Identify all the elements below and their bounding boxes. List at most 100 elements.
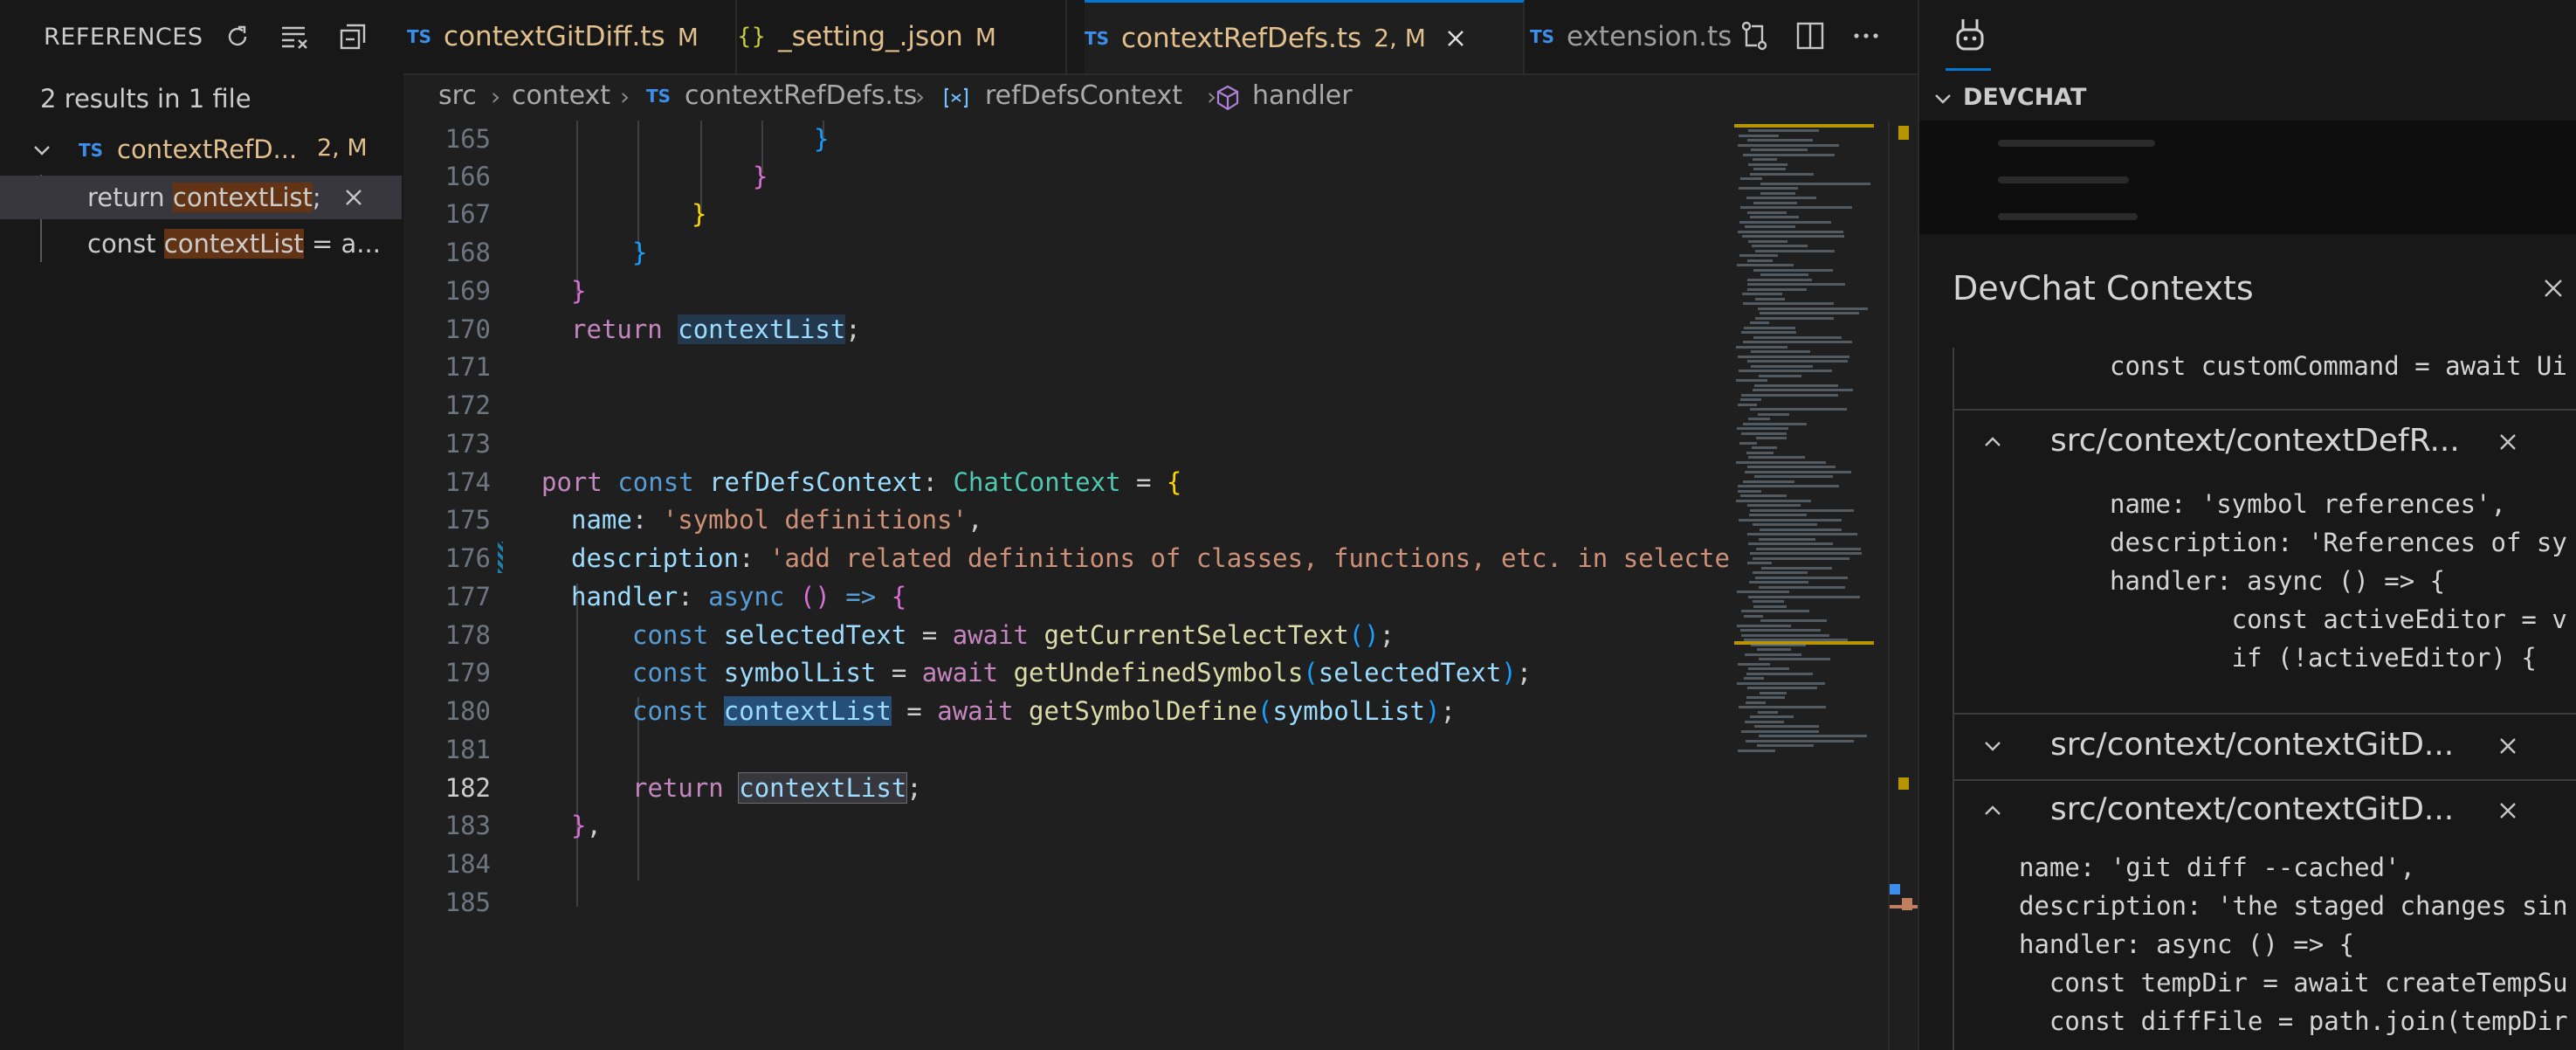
minimap-code-line [1759, 658, 1830, 660]
context-path: src/context/contextGitD... [2050, 727, 2455, 763]
code-token: symbolList [1272, 696, 1425, 726]
reference-text-end: = a... [303, 229, 381, 259]
minimap-code-line [1744, 639, 1848, 641]
line-number: 170 [444, 314, 491, 344]
minimap-code-line [1747, 533, 1857, 535]
tab-extension[interactable]: TS extension.ts [1530, 0, 1766, 73]
context-snippet-line: const customCommand = await Ui [2110, 351, 2567, 381]
chevron-up-icon[interactable] [1980, 798, 2005, 823]
minimap-code-line [1750, 216, 1799, 218]
minimap-code-line [1753, 201, 1797, 204]
breadcrumb-symbol[interactable]: refDefsContext [985, 80, 1182, 111]
chevron-down-icon[interactable] [30, 138, 54, 162]
code-line: } [814, 124, 829, 154]
chevron-right-icon: › [915, 82, 926, 111]
reference-text: return [87, 183, 173, 212]
close-icon[interactable] [1445, 28, 1466, 49]
minimap-code-line [1756, 547, 1861, 550]
minimap-code-line [1760, 619, 1827, 622]
code-token: contextList [678, 314, 846, 344]
minimap-code-line [1737, 681, 1825, 685]
reference-item[interactable]: return contextList; [0, 176, 402, 219]
contexts-title: DevChat Contexts [1953, 269, 2254, 307]
tab-setting-json[interactable]: {} _setting_.json M [737, 0, 1067, 73]
minimap-code-line [1739, 134, 1779, 137]
chevron-down-icon[interactable] [1932, 87, 1954, 110]
code-token: = [891, 696, 938, 726]
minimap-code-line [1746, 696, 1785, 699]
split-editor-icon[interactable] [1794, 19, 1827, 52]
reference-item[interactable]: const contextList = a... [0, 222, 402, 266]
minimap-code-line [1758, 412, 1789, 416]
scroll-marker [1902, 898, 1912, 910]
code-token: } [692, 199, 707, 229]
minimap-code-line [1743, 153, 1835, 156]
tab-context-ref-defs[interactable]: TS contextRefDefs.ts 2, M [1085, 0, 1525, 73]
tab-context-git-diff[interactable]: TS contextGitDiff.ts M [403, 0, 737, 73]
minimap-code-line [1746, 451, 1774, 454]
minimap-code-line [1741, 331, 1796, 334]
breadcrumb-src[interactable]: src [438, 80, 477, 111]
reference-file-row[interactable]: TS contextRefD... 2, M [0, 131, 402, 169]
minimap-code-line [1740, 494, 1787, 497]
close-icon[interactable] [2541, 276, 2566, 300]
collapse-all-icon[interactable] [337, 21, 368, 52]
minimap-code-line [1745, 225, 1795, 228]
minimap-code-line [1756, 437, 1787, 439]
devchat-section-header[interactable]: DEVCHAT [1919, 77, 2576, 121]
minimap-code-line [1749, 581, 1808, 584]
remove-context-icon[interactable] [2496, 430, 2520, 454]
refresh-icon[interactable] [222, 21, 253, 52]
dismiss-icon[interactable] [342, 186, 365, 209]
vertical-scrollbar[interactable] [1888, 121, 1919, 1050]
minimap-code-line [1755, 576, 1848, 579]
tab-modified-mark: M [975, 22, 996, 52]
code-token: } [571, 811, 587, 840]
code-token: ; [845, 314, 861, 344]
minimap-code-line [1753, 158, 1777, 161]
more-actions-icon[interactable] [1849, 19, 1883, 52]
minimap-code-line [1759, 374, 1801, 377]
line-number: 179 [444, 658, 491, 687]
minimap-highlight [1734, 124, 1874, 128]
minimap-code-line [1741, 633, 1829, 637]
context-path: src/context/contextGitD... [2050, 791, 2455, 827]
minimap-code-line [1753, 604, 1787, 608]
minimap-code-line [1760, 691, 1787, 694]
code-token: await [952, 620, 1029, 650]
minimap-code-line [1741, 393, 1838, 397]
scroll-marker [1898, 777, 1909, 790]
devchat-bunny-icon[interactable] [1953, 16, 1987, 54]
code-token: : [631, 505, 663, 535]
line-number: 180 [444, 696, 491, 726]
breadcrumb-file[interactable]: contextRefDefs.ts [685, 80, 917, 111]
tab-label: extension.ts [1567, 21, 1732, 52]
line-number: 183 [444, 811, 491, 840]
remove-context-icon[interactable] [2496, 798, 2520, 823]
code-token: port [541, 467, 603, 497]
code-line: description: 'add related definitions of… [571, 543, 1731, 573]
minimap-code-line [1736, 379, 1767, 382]
context-section: src/context/contextDefR... name: 'symbol… [1954, 409, 2576, 713]
code-token: { [891, 582, 907, 611]
minimap-code-line [1748, 667, 1789, 670]
code-token: = [1120, 467, 1167, 497]
code-token: const [632, 658, 709, 687]
breadcrumb-context[interactable]: context [512, 80, 610, 111]
clear-results-icon[interactable] [279, 21, 311, 52]
minimap-code-line [1744, 614, 1763, 618]
line-number: 167 [444, 199, 491, 229]
code-token: => [830, 582, 892, 611]
minimap-code-line [1745, 720, 1784, 723]
minimap[interactable] [1731, 121, 1888, 1050]
breadcrumb-method[interactable]: handler [1252, 80, 1353, 111]
context-code-line: handler: async () => { [2019, 929, 2355, 959]
chevron-up-icon[interactable] [1980, 430, 2005, 454]
code-editor[interactable]: 165 166 167 168 169 170 171 172 173 174 … [403, 121, 1731, 1050]
source-control-compare-icon[interactable] [1738, 19, 1771, 52]
code-line: const selectedText = await getCurrentSel… [632, 620, 1395, 650]
remove-context-icon[interactable] [2496, 734, 2520, 758]
code-line: const symbolList = await getUndefinedSym… [632, 658, 1532, 687]
chevron-down-icon[interactable] [1980, 734, 2005, 758]
code-token: , [967, 505, 983, 535]
